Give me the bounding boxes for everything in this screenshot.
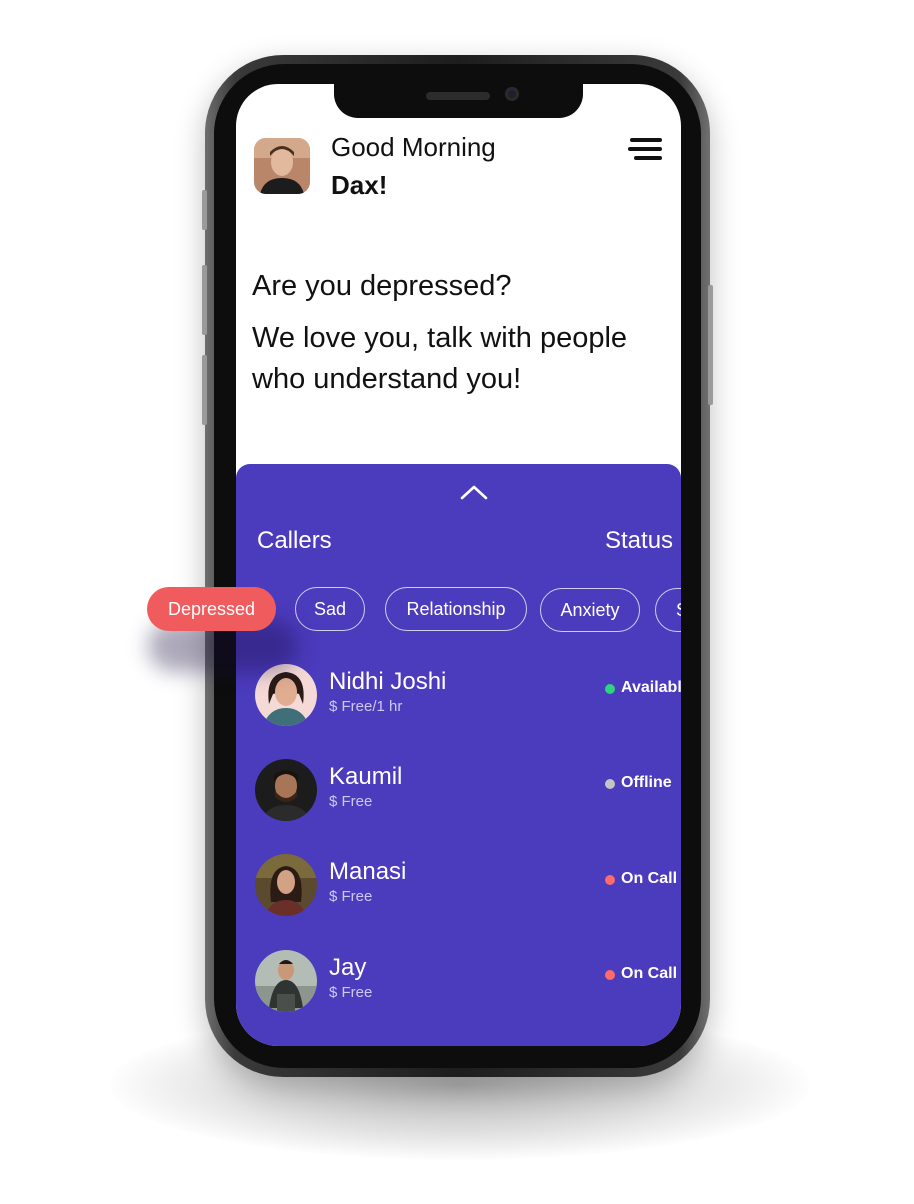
caller-name: Kaumil <box>329 763 403 790</box>
silent-switch <box>202 190 207 230</box>
status-heading: Status <box>605 527 674 554</box>
chevron-up-icon[interactable] <box>459 483 489 501</box>
caller-price: $ Free <box>329 793 373 810</box>
caller-price: $ Free/1 hr <box>329 698 403 715</box>
hero-tagline: We love you, talk with people who unders… <box>252 322 628 395</box>
filter-chip-relationship[interactable]: Relationship <box>385 587 527 631</box>
hero-headline: Are you depressed? <box>252 270 512 302</box>
callers-heading: Callers <box>257 527 332 554</box>
filter-chip-anxiety[interactable]: Anxiety <box>540 588 640 632</box>
status-dot-on-call <box>605 970 615 980</box>
caller-avatar[interactable] <box>255 664 317 726</box>
username-text: Dax! <box>331 170 388 200</box>
caller-status: On Call <box>621 870 678 887</box>
caller-avatar[interactable] <box>255 950 317 1012</box>
caller-name: Manasi <box>329 858 407 885</box>
caller-status: On Call <box>621 965 678 982</box>
caller-avatar[interactable] <box>255 854 317 916</box>
greeting-text: Good Morning <box>331 132 496 162</box>
app-screen: Good Morning Dax! Are you depressed? We … <box>236 84 681 1046</box>
volume-down-button <box>202 355 207 425</box>
speaker-grille <box>426 92 490 100</box>
power-button <box>708 285 713 405</box>
caller-avatar[interactable] <box>255 759 317 821</box>
notch <box>334 84 583 118</box>
caller-name: Nidhi Joshi <box>329 668 447 695</box>
caller-status: Availabl <box>621 679 681 696</box>
status-dot-offline <box>605 779 615 789</box>
front-camera <box>505 87 519 101</box>
filter-chip-sad[interactable]: Sad <box>295 587 365 631</box>
caller-name: Jay <box>329 954 367 981</box>
caller-price: $ Free <box>329 888 373 905</box>
caller-price: $ Free <box>329 984 373 1001</box>
status-dot-available <box>605 684 615 694</box>
user-avatar[interactable] <box>254 138 310 194</box>
status-dot-on-call <box>605 875 615 885</box>
caller-status: Offline <box>621 774 672 791</box>
volume-up-button <box>202 265 207 335</box>
hamburger-menu-icon[interactable] <box>626 138 662 162</box>
filter-chip-depressed[interactable]: Depressed <box>147 587 276 631</box>
